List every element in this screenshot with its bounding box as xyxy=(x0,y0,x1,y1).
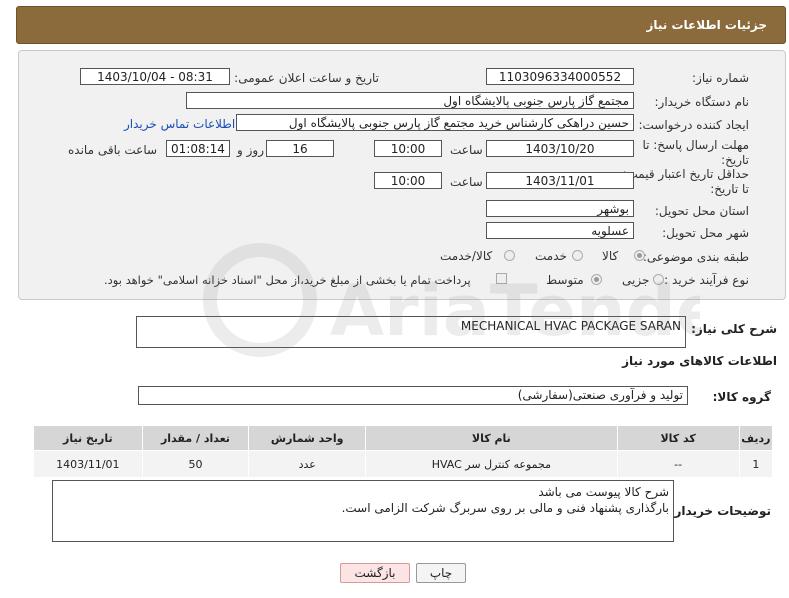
process-radio-medium[interactable] xyxy=(591,274,602,285)
process-radio-minor[interactable] xyxy=(653,274,664,285)
payment-note: پرداخت تمام یا بخشی از مبلغ خرید،از محل … xyxy=(104,273,471,287)
process-option-minor: جزیی xyxy=(622,273,650,287)
city-label: شهر محل تحویل: xyxy=(662,226,749,240)
deadline-time-field: 10:00 xyxy=(374,140,442,157)
remaining-time-field: 01:08:14 xyxy=(166,140,230,157)
validity-time-field: 10:00 xyxy=(374,172,442,189)
category-option-goods: کالا xyxy=(602,249,619,263)
cell-code: -- xyxy=(616,450,740,478)
creator-field: حسین دراهکی کارشناس خرید مجتمع گاز پارس … xyxy=(236,114,634,131)
col-qty-header: تعداد / مقدار xyxy=(141,425,250,451)
category-radio-service[interactable] xyxy=(572,250,583,261)
col-row-header: ردیف xyxy=(738,425,774,451)
buyer-notes-label: توضیحات خریدار: xyxy=(669,504,771,518)
page-header: جزئیات اطلاعات نیاز xyxy=(16,6,786,44)
announce-field: 1403/10/04 - 08:31 xyxy=(80,68,230,85)
table-header-row: ردیف کد کالا نام کالا واحد شمارش تعداد /… xyxy=(33,425,774,451)
summary-label: شرح کلی نیاز: xyxy=(691,322,777,336)
summary-value: MECHANICAL HVAC PACKAGE SARAN xyxy=(460,319,681,333)
goods-group-label: گروه کالا: xyxy=(712,390,771,404)
buyer-org-label: نام دستگاه خریدار: xyxy=(654,95,750,109)
need-number-label: شماره نیاز: xyxy=(692,71,749,85)
buyer-notes-line-2: بارگذاری پشنهاد فنی و مالی بر روی سربرگ … xyxy=(341,501,669,515)
col-code-header: کد کالا xyxy=(616,425,740,451)
goods-info-title: اطلاعات کالاهای مورد نیاز xyxy=(622,354,777,368)
province-field: بوشهر xyxy=(486,200,634,217)
cell-name: مجموعه کنترل سر HVAC xyxy=(365,450,618,478)
buyer-org-field: مجتمع گاز پارس جنوبی پالایشگاه اول xyxy=(186,92,634,109)
cell-date: 1403/11/01 xyxy=(33,450,143,478)
province-label: استان محل تحویل: xyxy=(654,204,749,218)
need-number-field: 1103096334000552 xyxy=(486,68,634,85)
buyer-contact-link[interactable]: اطلاعات تماس خریدار xyxy=(124,117,235,131)
days-label: روز و xyxy=(237,143,264,157)
remaining-label: ساعت باقی مانده xyxy=(68,143,158,157)
goods-table: ردیف کد کالا نام کالا واحد شمارش تعداد /… xyxy=(33,425,774,478)
col-date-header: تاریخ نیاز xyxy=(33,425,143,451)
announce-label: تاریخ و ساعت اعلان عمومی: xyxy=(234,71,379,85)
col-unit-header: واحد شمارش xyxy=(248,425,367,451)
category-option-both: کالا/خدمت xyxy=(440,249,493,263)
validity-time-label: ساعت xyxy=(450,175,483,189)
validity-date-field: 1403/11/01 xyxy=(486,172,634,189)
process-option-medium: متوسط xyxy=(546,273,584,287)
cell-unit: عدد xyxy=(248,450,367,478)
deadline-label: مهلت ارسال پاسخ: تا تاریخ: xyxy=(642,138,749,167)
category-option-service: خدمت xyxy=(535,249,567,263)
deadline-time-label: ساعت xyxy=(450,143,483,157)
process-label: نوع فرآیند خرید : xyxy=(664,273,749,287)
city-field: عسلویه xyxy=(486,222,634,239)
deadline-date-field: 1403/10/20 xyxy=(486,140,634,157)
validity-label: حداقل تاریخ اعتبار قیمت: تا تاریخ: xyxy=(622,167,749,196)
category-radio-both[interactable] xyxy=(504,250,515,261)
page-title: جزئیات اطلاعات نیاز xyxy=(646,18,767,32)
goods-group-field: تولید و فرآوری صنعتی(سفارشی) xyxy=(138,386,688,405)
creator-label: ایجاد کننده درخواست: xyxy=(638,118,749,132)
treasury-payment-checkbox[interactable] xyxy=(496,273,507,284)
col-name-header: نام کالا xyxy=(365,425,618,451)
days-field: 16 xyxy=(266,140,334,157)
category-label: طبقه بندی موضوعی: xyxy=(642,250,749,264)
back-button[interactable]: بازگشت xyxy=(340,563,410,583)
table-row: 1 -- مجموعه کنترل سر HVAC عدد 50 1403/11… xyxy=(33,450,774,478)
cell-qty: 50 xyxy=(141,450,250,478)
print-button[interactable]: چاپ xyxy=(416,563,466,583)
buyer-notes-field: شرح کالا پیوست می باشد بارگذاری پشنهاد ف… xyxy=(52,480,674,542)
buyer-notes-line-1: شرح کالا پیوست می باشد xyxy=(538,485,669,499)
category-radio-goods[interactable] xyxy=(634,250,645,261)
summary-field: MECHANICAL HVAC PACKAGE SARAN xyxy=(136,316,686,348)
cell-row: 1 xyxy=(738,450,774,478)
